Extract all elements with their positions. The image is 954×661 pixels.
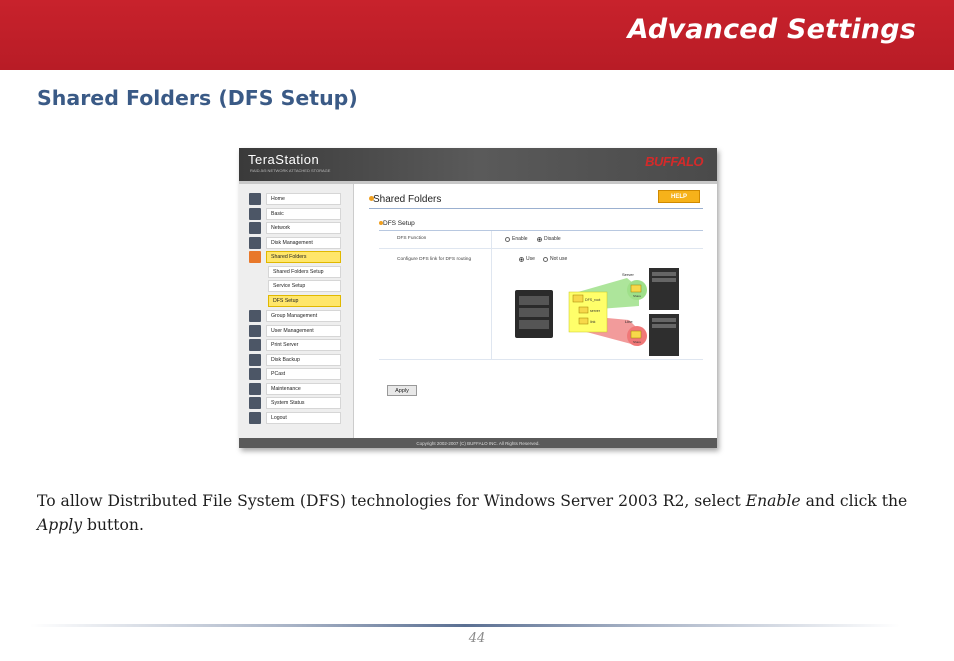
page-number: 44: [468, 631, 486, 646]
title-divider: [369, 208, 703, 209]
instruction-paragraph: To allow Distributed File System (DFS) t…: [37, 489, 927, 537]
status-icon: [249, 397, 261, 409]
nav-item-shared-folders[interactable]: Shared Folders: [266, 251, 341, 263]
apply-button[interactable]: Apply: [387, 385, 417, 396]
screenshot-copyright: Copyright 2002-2007 (C) BUFFALO INC. All…: [239, 438, 717, 448]
use-radio[interactable]: Use: [519, 256, 535, 262]
page-title: Advanced Settings: [627, 14, 916, 45]
radio-dot[interactable]: [519, 256, 524, 262]
enable-emphasis: Enable: [745, 492, 801, 510]
nav-item-dfs-setup[interactable]: DFS Setup: [268, 295, 341, 307]
nav-item-print-server[interactable]: Print Server: [266, 339, 341, 351]
radio-dot[interactable]: [505, 236, 510, 242]
server-label-1: Server: [622, 272, 634, 277]
section-title: Shared Folders (DFS Setup): [37, 86, 358, 110]
instruction-text-1: To allow Distributed File System (DFS) t…: [37, 492, 746, 510]
logout-icon: [249, 412, 261, 424]
maintenance-icon: [249, 383, 261, 395]
dfs-function-label: DFS Function: [397, 236, 427, 241]
not-use-radio[interactable]: Not use: [543, 256, 567, 262]
enable-radio[interactable]: Enable: [505, 236, 528, 242]
disable-label: Disable: [544, 236, 561, 242]
not-use-label: Not use: [550, 256, 568, 262]
nav-item-disk-backup[interactable]: Disk Backup: [266, 354, 341, 366]
enable-label: Enable: [512, 236, 528, 242]
row-divider: [379, 248, 703, 249]
nav-item-logout[interactable]: Logout: [266, 412, 341, 424]
nav-item-home[interactable]: Home: [266, 193, 341, 205]
nav-item-user-management[interactable]: User Management: [266, 325, 341, 337]
backup-icon: [249, 354, 261, 366]
folder-root-label: DFS_root: [585, 298, 600, 302]
user-icon: [249, 325, 261, 337]
folder-server-label: server: [590, 309, 601, 313]
disable-radio[interactable]: Disable: [537, 236, 561, 242]
group-icon: [249, 310, 261, 322]
nav-item-shared-folders-setup[interactable]: Shared Folders Setup: [268, 266, 341, 278]
pcast-icon: [249, 368, 261, 380]
use-label: Use: [526, 256, 535, 262]
folder-link-label: link: [590, 320, 596, 324]
buffalo-logo: BUFFALO: [645, 154, 703, 169]
printer-icon: [249, 339, 261, 351]
radio-dot[interactable]: [543, 256, 548, 262]
nav-item-pcast[interactable]: PCast: [266, 368, 341, 380]
instruction-text-2: and click the: [800, 492, 908, 510]
nav-item-disk-management[interactable]: Disk Management: [266, 237, 341, 249]
home-icon: [249, 193, 261, 205]
instruction-text-3: button.: [82, 516, 144, 534]
dfs-diagram: DFS_root server link Share Server Share …: [515, 268, 679, 356]
content-panel: Shared Folders HELP DFS Setup DFS Functi…: [355, 184, 717, 438]
nav-item-system-status[interactable]: System Status: [266, 397, 341, 409]
row-divider: [379, 359, 703, 360]
share-label-1: Share: [633, 294, 641, 298]
basic-icon: [249, 208, 261, 220]
server-icon: [649, 314, 679, 356]
nav-item-group-management[interactable]: Group Management: [266, 310, 341, 322]
nav-item-maintenance[interactable]: Maintenance: [266, 383, 341, 395]
footer-divider: [30, 624, 900, 627]
help-button[interactable]: HELP: [658, 190, 700, 203]
dfs-setup-title: DFS Setup: [383, 220, 415, 227]
folder-icon: [630, 330, 642, 339]
screenshot-header: TeraStation RAID-5/5 NETWORK ATTACHED ST…: [239, 148, 717, 181]
shared-folders-title: Shared Folders: [373, 194, 442, 205]
disk-icon: [249, 237, 261, 249]
folder-icon: [630, 284, 642, 293]
header-banner: Advanced Settings: [0, 0, 954, 70]
server-icon: [649, 268, 679, 310]
terastation-subtitle: RAID-5/5 NETWORK ATTACHED STORAGE: [250, 168, 331, 173]
radio-dot[interactable]: [537, 236, 542, 242]
apply-emphasis: Apply: [37, 516, 83, 534]
nas-device-icon: [515, 290, 553, 338]
nav-item-service-setup[interactable]: Service Setup: [268, 280, 341, 292]
server-label-2: Line: [625, 319, 633, 324]
configure-dfs-label: Configure DFS link for DFS routing: [397, 257, 472, 262]
column-divider: [491, 231, 492, 359]
nav-item-network[interactable]: Network: [266, 222, 341, 234]
share-label-2: Share: [633, 340, 641, 344]
sidebar: Home Basic Network Disk Management Share…: [239, 184, 354, 438]
nav-item-basic[interactable]: Basic: [266, 208, 341, 220]
network-icon: [249, 222, 261, 234]
terastation-screenshot: TeraStation RAID-5/5 NETWORK ATTACHED ST…: [239, 148, 717, 448]
dfs-divider: [379, 230, 703, 231]
terastation-logo: TeraStation: [248, 152, 320, 167]
folder-icon: [249, 251, 261, 263]
